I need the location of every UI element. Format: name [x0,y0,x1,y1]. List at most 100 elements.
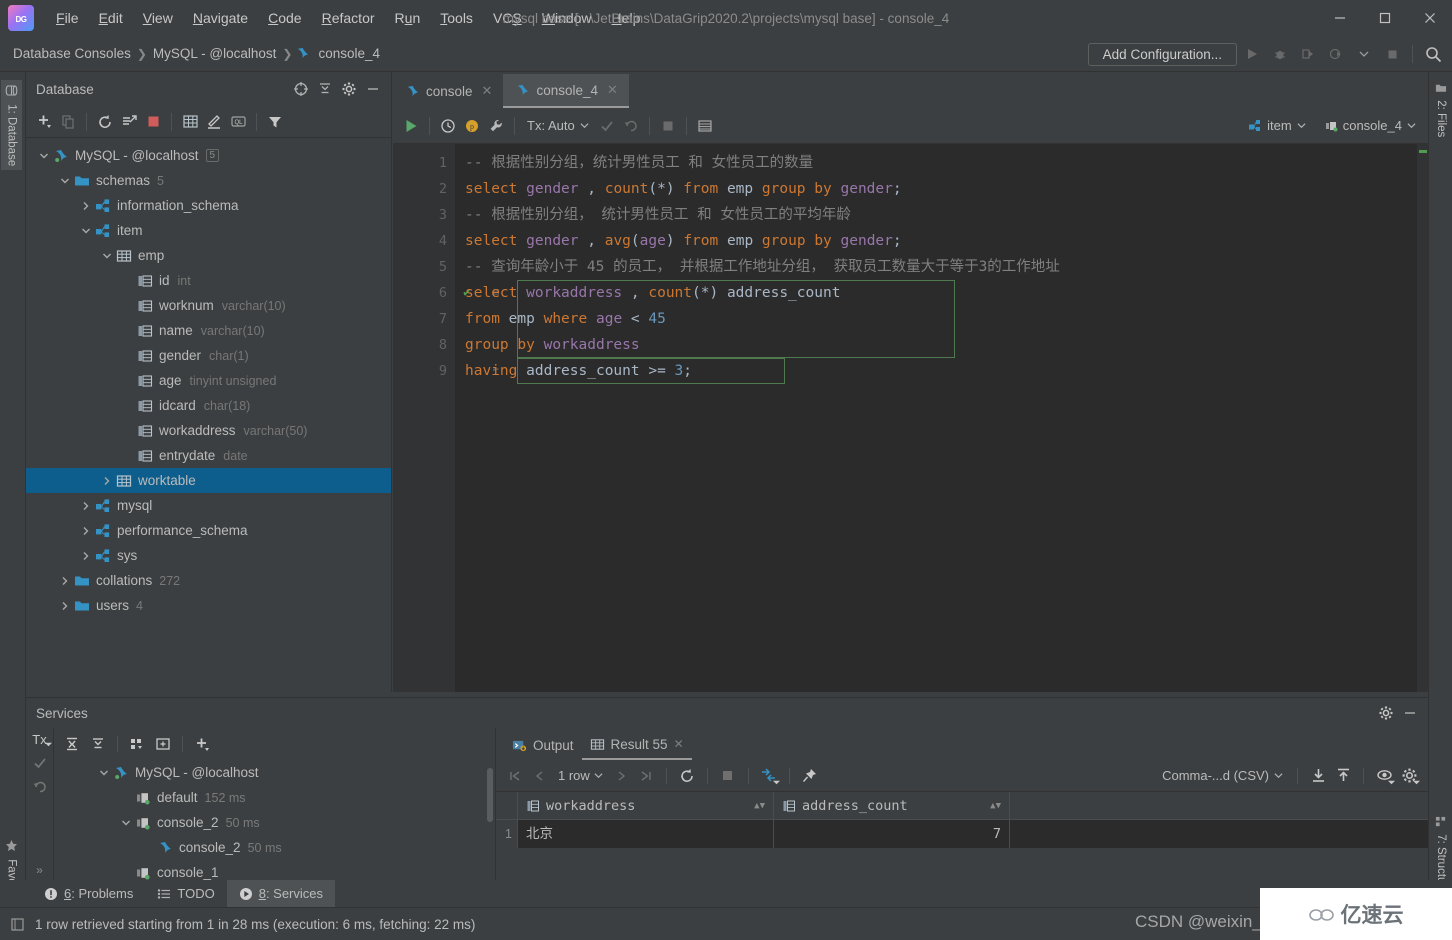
view-options-icon[interactable] [1373,765,1395,787]
bottom-tab-problems[interactable]: 6: Problems [32,880,145,907]
minimize-button[interactable] [1317,0,1362,36]
expand-all-icon[interactable] [60,732,84,756]
wrench-icon[interactable] [484,114,508,138]
chevron-down-icon[interactable] [96,768,112,778]
add-configuration-button[interactable]: Add Configuration... [1087,42,1237,66]
row-count-selector[interactable]: 1 row [554,768,607,783]
db-tree-item-workaddress[interactable]: workaddress varchar(50) [26,418,391,443]
run-icon[interactable] [1239,41,1265,67]
schema-selector[interactable]: item [1242,115,1312,136]
sidebar-tab-files[interactable]: 2: Files [1431,78,1451,141]
db-tree-item-age[interactable]: age tinyint unsigned [26,368,391,393]
chevron-down-icon[interactable] [57,176,73,186]
hide-panel-icon[interactable] [361,77,385,101]
transaction-mode-selector[interactable]: Tx: Auto [521,116,595,135]
export-format-selector[interactable]: Comma-...d (CSV) [1157,766,1288,785]
more-rail-icon[interactable]: » [36,863,43,877]
edit-icon[interactable] [202,110,226,134]
bottom-tab-todo[interactable]: TODO [145,880,226,907]
grid-column-workaddress[interactable]: workaddress ▲▼ [518,792,774,819]
stop-icon[interactable] [656,114,680,138]
db-tree-item-worknum[interactable]: worknum varchar(10) [26,293,391,318]
chevron-right-icon[interactable] [78,526,94,536]
add-icon[interactable] [32,110,56,134]
db-tree-item-item[interactable]: item [26,218,391,243]
chevron-right-icon[interactable] [78,201,94,211]
db-tree-item-collations[interactable]: collations 272 [26,568,391,593]
stop-icon[interactable] [717,765,739,787]
bottom-tab-services[interactable]: 8: Services [226,880,336,907]
menu-tools[interactable]: Tools [430,6,483,30]
settings-gear-icon[interactable] [337,77,361,101]
menu-view[interactable]: View [133,6,183,30]
download-icon[interactable] [1307,765,1329,787]
result-grid[interactable]: workaddress ▲▼ address_count ▲▼ 1 北京 7 [496,792,1428,887]
cell-workaddress[interactable]: 北京 [518,820,774,848]
cell-address_count[interactable]: 7 [774,820,1010,848]
table-row[interactable]: 1 北京 7 [496,820,1428,848]
editor-gutter[interactable]: 1 2 3 4 5 6 ✔ ⊟ 7 8 9 ⌐ [393,144,499,692]
upload-icon[interactable] [1332,765,1354,787]
menu-edit[interactable]: Edit [89,6,133,30]
db-tree-item-performance_schema[interactable]: performance_schema [26,518,391,543]
copy-icon[interactable] [56,110,80,134]
code-line[interactable]: select gender , avg(age) from emp group … [455,228,1428,254]
db-tree-item-worktable[interactable]: worktable [26,468,391,493]
code-line[interactable]: from emp where age < 45 [455,306,1428,332]
last-page-icon[interactable] [635,765,657,787]
table-view-icon[interactable] [693,114,717,138]
db-tree-item-idcard[interactable]: idcard char(18) [26,393,391,418]
code-editor[interactable]: 1 2 3 4 5 6 ✔ ⊟ 7 8 9 ⌐ -- 根据性别分组，统计男性员工 和 女性员工的数量 s… [393,144,1428,692]
search-everywhere-icon[interactable] [1420,41,1446,67]
db-tree-item-entrydate[interactable]: entrydate date [26,443,391,468]
chevron-right-icon[interactable] [99,476,115,486]
notification-badge[interactable]: 1 [1329,888,1347,906]
first-page-icon[interactable] [504,765,526,787]
commit-icon[interactable] [595,114,619,138]
tx-rail-icon[interactable]: Tx [32,732,52,747]
breadcrumb-item-2[interactable]: console_4 [315,44,383,63]
next-page-icon[interactable] [610,765,632,787]
rollback-icon[interactable] [619,114,643,138]
profile-icon[interactable] [1323,41,1349,67]
code-line[interactable]: -- 查询年龄小于 45 的员工， 并根据工作地址分组， 获取员工数量大于等于3… [455,254,1428,280]
db-tree-item-sys[interactable]: sys [26,543,391,568]
result-tab-result55[interactable]: Result 55 ✕ [581,730,692,760]
db-tree-item-users[interactable]: users 4 [26,593,391,618]
editor-marker-strip[interactable] [1417,144,1428,692]
chevron-down-icon[interactable] [118,818,134,828]
sort-icon[interactable]: ▲▼ [754,801,765,811]
chevron-down-icon[interactable] [36,151,52,161]
menu-code[interactable]: Code [258,6,311,30]
menu-file[interactable]: File [46,6,89,30]
db-tree-item-id[interactable]: id int [26,268,391,293]
pin-icon[interactable] [799,765,821,787]
session-selector[interactable]: console_4 [1318,115,1422,136]
code-line[interactable]: select gender , count(*) from emp group … [455,176,1428,202]
result-tab-output[interactable]: Output [504,730,582,760]
breadcrumb-item-1[interactable]: MySQL - @localhost [150,44,280,63]
sync-icon[interactable] [117,110,141,134]
new-tab-icon[interactable] [151,732,175,756]
history-icon[interactable] [436,114,460,138]
prev-page-icon[interactable] [529,765,551,787]
settings-gear-icon[interactable] [1374,701,1398,725]
grid-column-address_count[interactable]: address_count ▲▼ [774,792,1010,819]
refresh-icon[interactable] [93,110,117,134]
jump-to-source-icon[interactable] [289,77,313,101]
close-icon[interactable]: ✕ [674,737,684,751]
rollback-rail-icon[interactable] [32,779,48,795]
sort-icon[interactable]: ▲▼ [990,801,1001,811]
sidebar-tab-database[interactable]: 1: Database [1,80,22,171]
services-scrollbar[interactable] [487,768,493,822]
chevron-down-icon[interactable] [1351,41,1377,67]
db-tree-item-emp[interactable]: emp [26,243,391,268]
code-line[interactable]: group by workaddress [455,332,1428,358]
code-line[interactable]: -- 根据性别分组，统计男性员工 和 女性员工的数量 [455,150,1428,176]
group-by-icon[interactable] [125,732,149,756]
menu-navigate[interactable]: Navigate [183,6,258,30]
close-icon[interactable]: ✕ [604,82,621,98]
parameters-icon[interactable]: p [460,114,484,138]
status-icon[interactable] [10,917,25,932]
open-query-console-icon[interactable]: QL [226,110,250,134]
